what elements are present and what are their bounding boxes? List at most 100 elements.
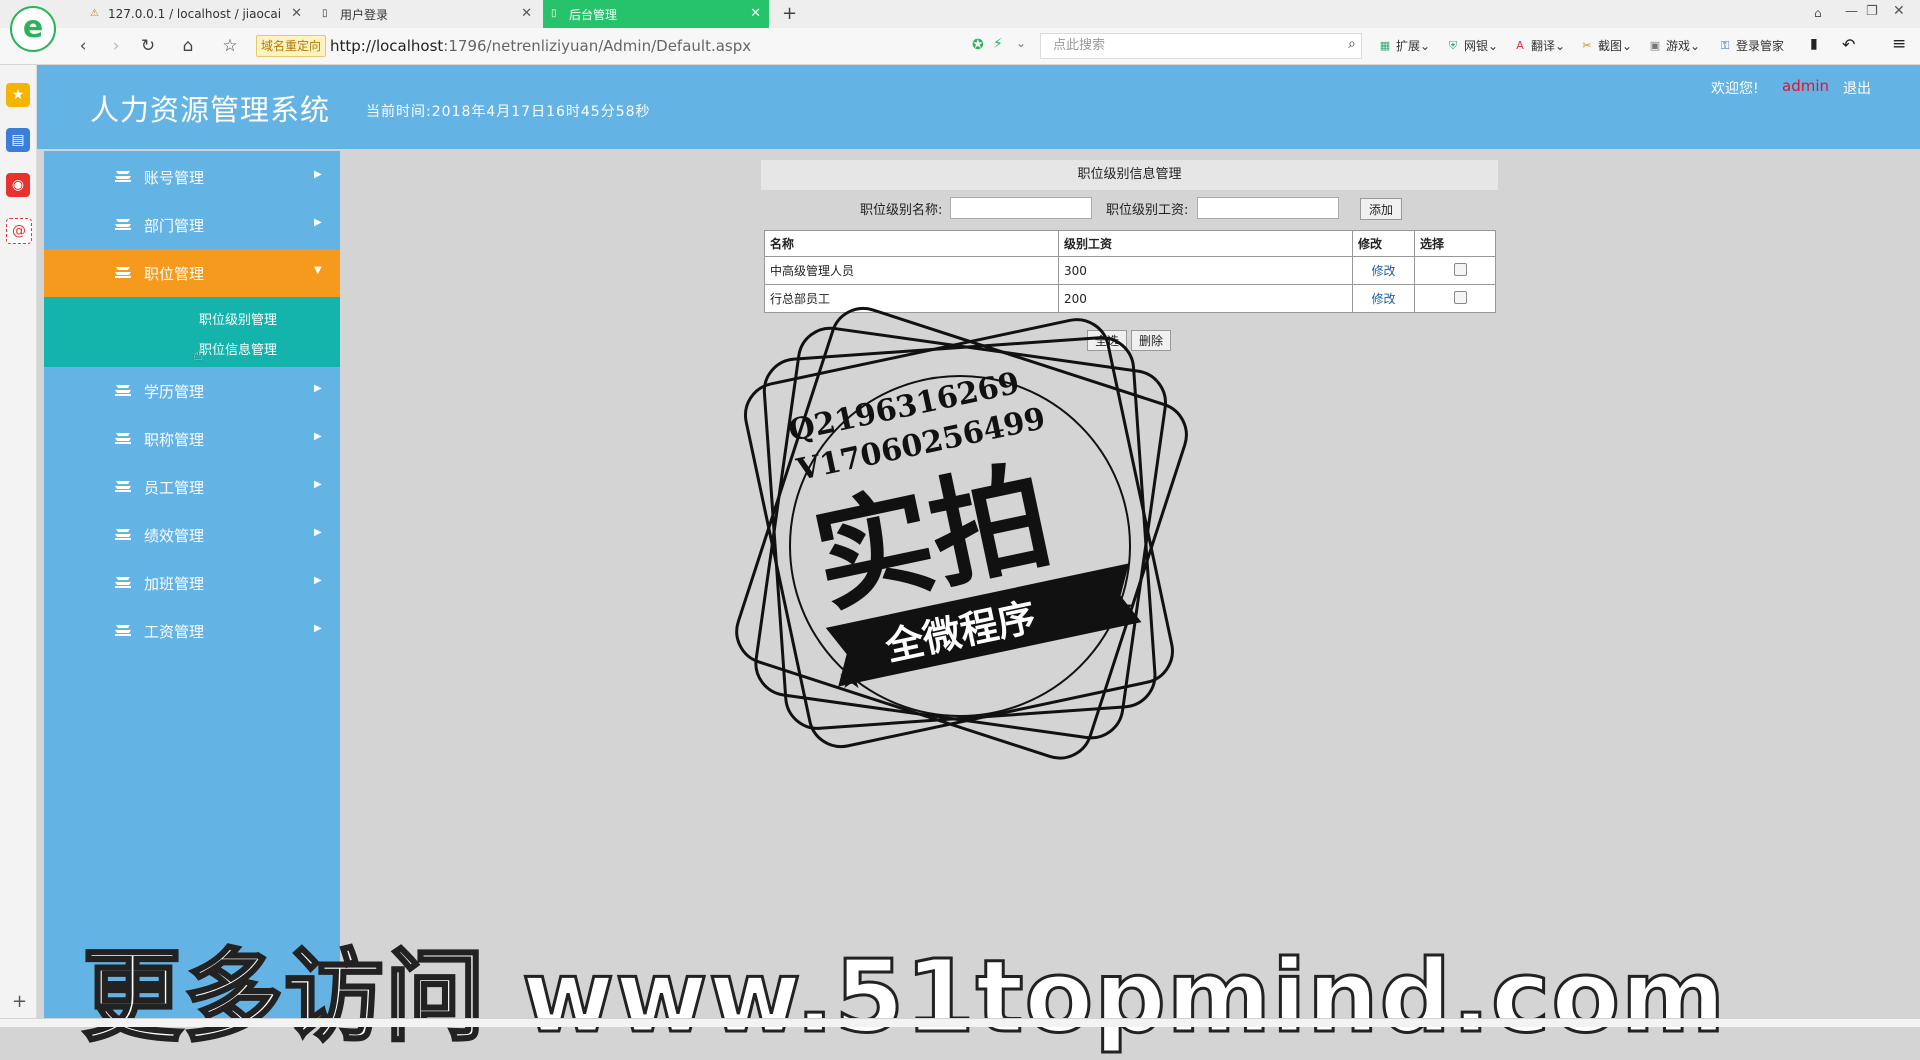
column-header: 名称: [764, 230, 1059, 257]
current-time: 当前时间:2018年4月17日16时45分58秒: [366, 104, 651, 120]
close-tab-icon[interactable]: ✕: [291, 7, 302, 21]
stack-icon: [115, 577, 131, 588]
mouse-cursor-icon: ☝: [193, 345, 203, 364]
stack-icon: [115, 171, 131, 182]
row-checkbox[interactable]: [1454, 262, 1467, 276]
edit-link[interactable]: 修改: [1371, 292, 1395, 306]
security-shield-icon[interactable]: ✪: [972, 37, 984, 53]
sidebar-item-performance[interactable]: 绩效管理 ▶: [44, 511, 340, 559]
address-bar: ‹ › ↻ ⌂ ☆ 域名重定向 http://localhost:1796/ne…: [0, 28, 1920, 65]
watermark-stamp: Q2196316269 V17060256499 实拍 全微程序 ★ ★: [735, 306, 1188, 760]
add-button[interactable]: 添加: [1360, 198, 1402, 220]
sidebar-item-employee[interactable]: 员工管理 ▶: [44, 463, 340, 511]
restore-icon[interactable]: ❐: [1866, 4, 1878, 19]
chevron-down-icon: ▼: [314, 265, 322, 276]
submenu-position-level[interactable]: 职位级别管理: [199, 309, 277, 328]
weibo-icon[interactable]: ◉: [6, 173, 30, 197]
menu-icon[interactable]: ≡: [1892, 34, 1906, 54]
lightning-icon[interactable]: ⚡: [993, 36, 1003, 52]
sidebar-item-salary[interactable]: 工资管理 ▶: [44, 607, 340, 655]
sidebar-item-title[interactable]: 职称管理 ▶: [44, 415, 340, 463]
level-name-input[interactable]: [950, 197, 1092, 219]
cell-salary: 300: [1058, 256, 1353, 285]
tab-user-login[interactable]: ▯ 用户登录 ✕: [314, 0, 540, 28]
sidebar-item-education[interactable]: 学历管理 ▶: [44, 367, 340, 415]
toolbar-extensions[interactable]: ▦ 扩展 ⌄: [1378, 37, 1430, 54]
game-icon: ▣: [1649, 38, 1661, 52]
sidebar-item-account[interactable]: 账号管理 ▶: [44, 153, 340, 201]
row-checkbox[interactable]: [1454, 290, 1467, 304]
chevron-right-icon: ▶: [314, 217, 322, 228]
username[interactable]: admin: [1782, 77, 1829, 95]
stack-icon: [115, 433, 131, 444]
chevron-right-icon: ▶: [314, 623, 322, 634]
stack-icon: [115, 219, 131, 230]
minimize-icon[interactable]: —: [1845, 4, 1858, 19]
stack-icon: [115, 385, 131, 396]
translate-icon: A: [1516, 38, 1524, 52]
new-tab-icon[interactable]: +: [782, 3, 797, 24]
submenu-position-info[interactable]: 职位信息管理: [199, 339, 277, 358]
chevron-right-icon: ▶: [314, 527, 322, 538]
search-input[interactable]: 点此搜索: [1040, 33, 1362, 59]
close-tab-icon[interactable]: ✕: [750, 7, 761, 21]
sidebar-toggle-icon[interactable]: ▮: [1810, 36, 1818, 52]
chevron-down-icon[interactable]: ⌄: [1016, 36, 1026, 50]
add-sidebar-icon[interactable]: +: [12, 991, 27, 1012]
star-icon: ★: [1108, 591, 1135, 626]
mail-icon[interactable]: @: [6, 218, 32, 244]
search-icon[interactable]: ⌕: [1348, 36, 1356, 52]
key-icon: ⚿: [1720, 38, 1730, 52]
edit-link[interactable]: 修改: [1371, 264, 1395, 278]
level-name-label: 职位级别名称:: [860, 203, 943, 218]
chevron-right-icon: ▶: [314, 169, 322, 180]
tab-phpmyadmin[interactable]: ⚠ 127.0.0.1 / localhost / jiaocai ✕: [82, 0, 310, 28]
sidebar-item-department[interactable]: 部门管理 ▶: [44, 201, 340, 249]
tab-admin[interactable]: ▯ 后台管理 ✕: [543, 0, 769, 28]
chevron-right-icon: ▶: [314, 431, 322, 442]
browser-logo[interactable]: e: [10, 6, 56, 52]
screenshot-icon: ✂: [1582, 38, 1592, 52]
forward-icon[interactable]: ›: [106, 36, 126, 56]
browser-tab-bar: e ⚠ 127.0.0.1 / localhost / jiaocai ✕ ▯ …: [0, 0, 1920, 52]
toolbar-login-manager[interactable]: ⚿ 登录管家: [1718, 37, 1784, 54]
stack-icon: [115, 625, 131, 636]
stack-icon: [115, 267, 131, 278]
table-header-row: 名称 级别工资 修改 选择: [764, 230, 1496, 257]
reader-icon[interactable]: ▤: [6, 128, 30, 152]
bookmark-star-icon[interactable]: ☆: [220, 36, 240, 56]
url-field[interactable]: http://localhost:1796/netrenliziyuan/Adm…: [330, 34, 751, 58]
sidebar-item-position[interactable]: 职位管理 ▼: [44, 249, 340, 297]
welcome-text: 欢迎您!: [1711, 81, 1759, 97]
position-submenu: 职位级别管理 职位信息管理: [44, 297, 340, 367]
browser-side-strip: ★ ▤ ◉ @ +: [0, 65, 37, 1026]
shirt-icon[interactable]: ⌂: [1814, 6, 1822, 20]
home-icon[interactable]: ⌂: [178, 36, 198, 56]
chevron-right-icon: ▶: [314, 479, 322, 490]
back-icon[interactable]: ‹: [73, 36, 93, 56]
sidebar-item-overtime[interactable]: 加班管理 ▶: [44, 559, 340, 607]
stack-icon: [115, 481, 131, 492]
redirect-badge[interactable]: 域名重定向: [256, 35, 327, 57]
logout-link[interactable]: 退出: [1843, 78, 1871, 98]
close-tab-icon[interactable]: ✕: [521, 7, 532, 21]
level-salary-label: 职位级别工资:: [1106, 203, 1189, 218]
toolbar-translate[interactable]: A 翻译 ⌄: [1513, 37, 1565, 54]
bank-shield-icon: ⛨: [1448, 38, 1458, 52]
page-icon: ▯: [551, 8, 557, 19]
toolbar-banking[interactable]: ⛨ 网银 ⌄: [1446, 37, 1498, 54]
stack-icon: [115, 529, 131, 540]
toolbar-screenshot[interactable]: ✂ 截图 ⌄: [1580, 37, 1632, 54]
cell-name: 中高级管理人员: [764, 256, 1059, 285]
extension-icon: ▦: [1379, 38, 1391, 52]
toolbar-games[interactable]: ▣ 游戏 ⌄: [1648, 37, 1700, 54]
system-title: 人力资源管理系统: [90, 93, 331, 127]
level-salary-input[interactable]: [1197, 197, 1339, 219]
close-window-icon[interactable]: ✕: [1893, 3, 1905, 19]
column-header: 修改: [1352, 230, 1415, 257]
reload-icon[interactable]: ↻: [138, 36, 158, 56]
table-row: 中高级管理人员 300 修改: [764, 256, 1496, 285]
column-header: 级别工资: [1058, 230, 1353, 257]
favorites-star-icon[interactable]: ★: [6, 83, 30, 107]
undo-icon[interactable]: ↶: [1842, 35, 1855, 54]
